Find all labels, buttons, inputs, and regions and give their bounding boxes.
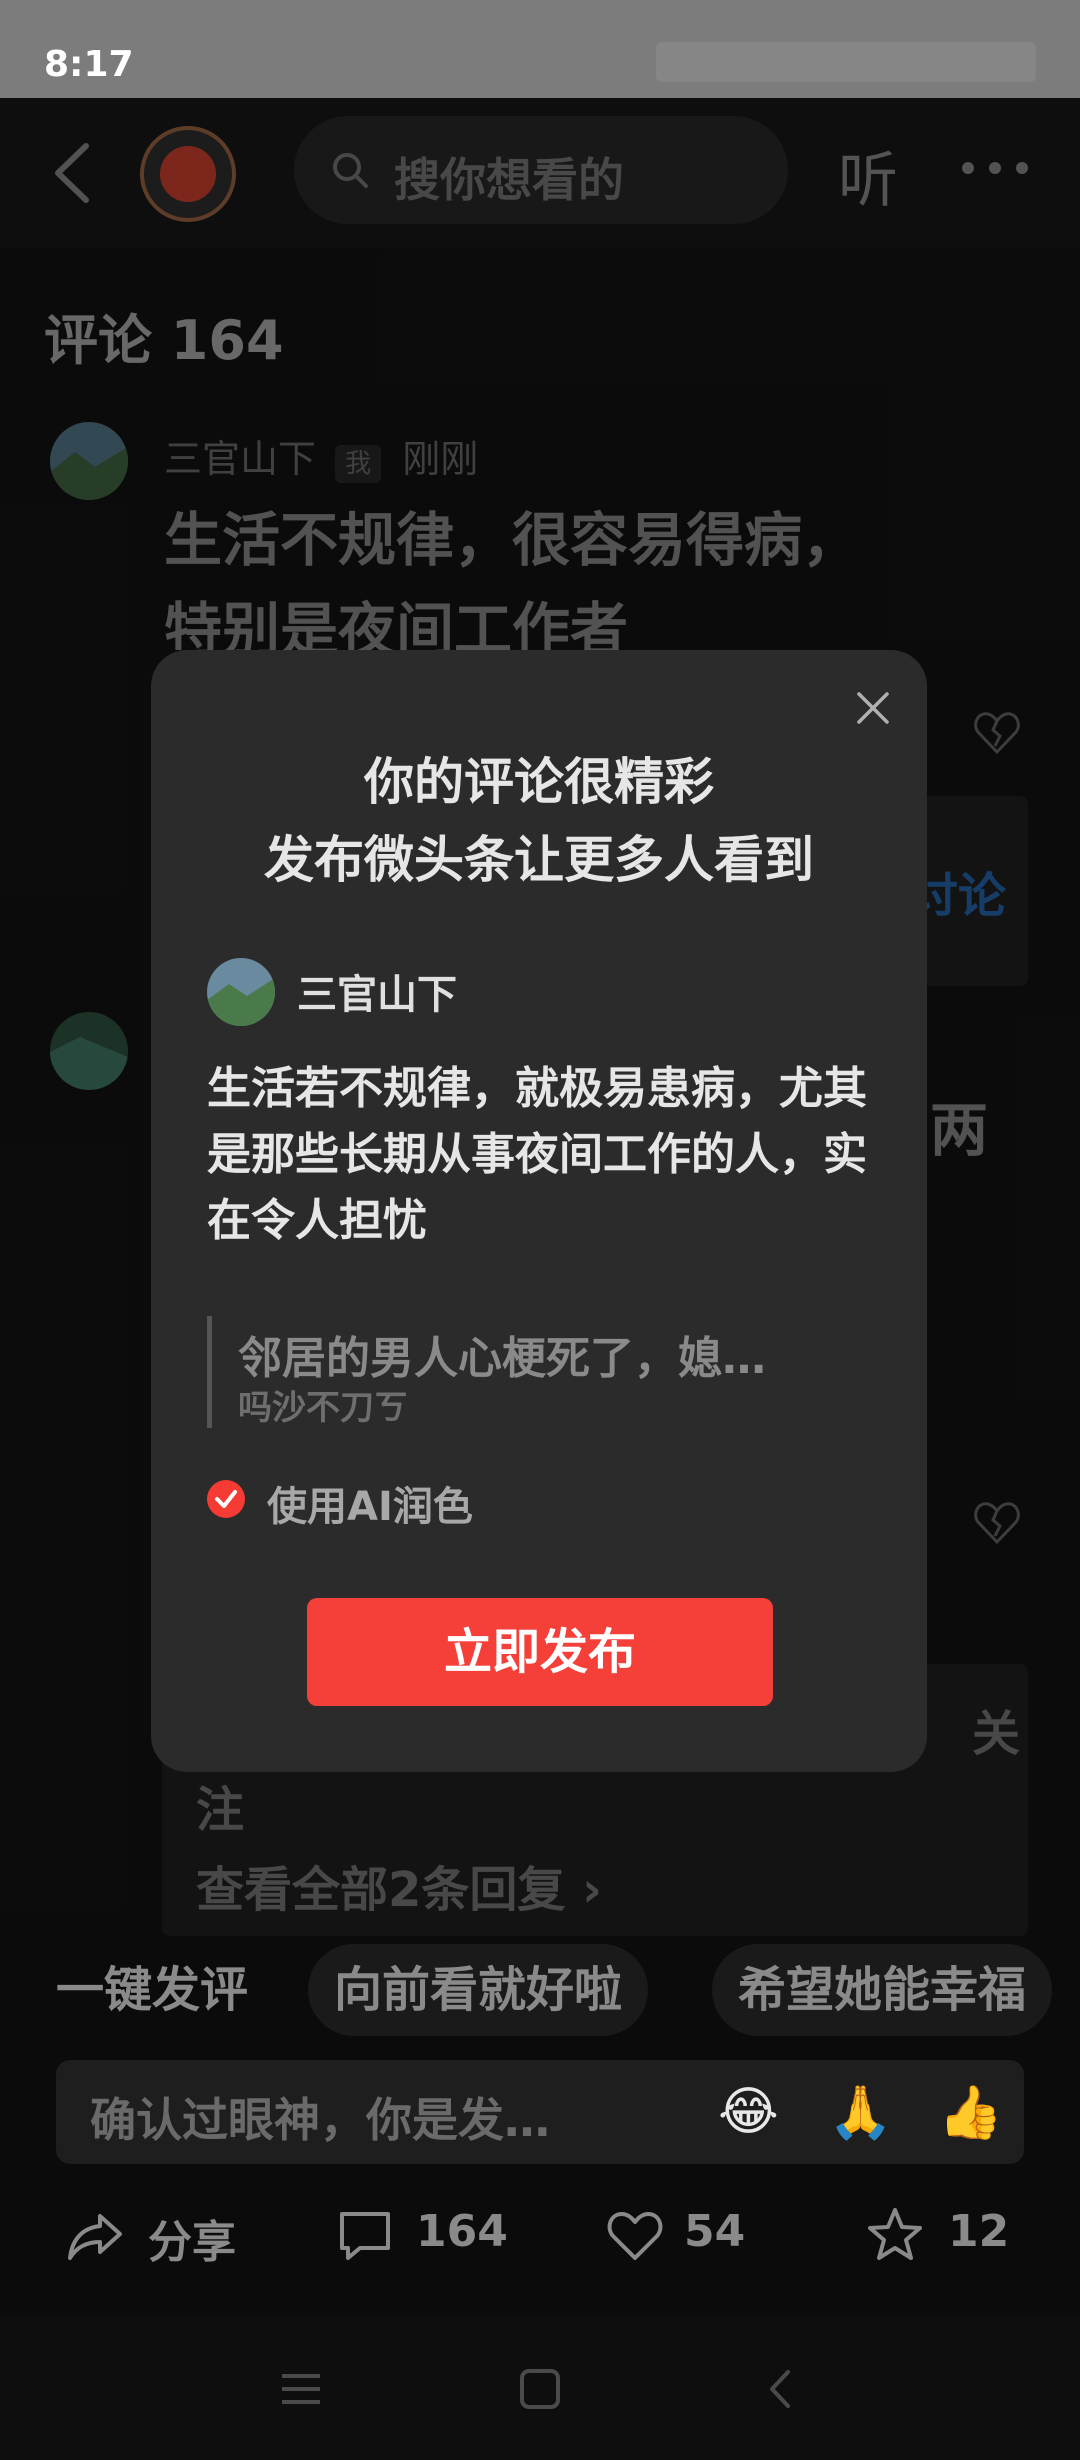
quick-comment-chip-3[interactable]: 希望她能幸福	[712, 1944, 1053, 2036]
star-icon	[868, 2208, 922, 2260]
recent-apps-icon[interactable]	[276, 2364, 326, 2414]
publish-modal: 你的评论很精彩 发布微头条让更多人看到 三官山下 生活若不规律，就极易患病，尤其…	[151, 650, 927, 1772]
quoted-article-subtitle: 吗沙不刀ㄎ	[238, 1388, 408, 1428]
laughing-emoji-icon[interactable]: 😂	[718, 2082, 779, 2142]
polished-comment-text: 生活若不规律，就极易患病，尤其是那些长期从事夜间工作的人，实在令人担忧	[207, 1063, 867, 1246]
comment-count: 164	[416, 2206, 508, 2257]
like-button[interactable]: 54	[604, 2196, 804, 2276]
thumbs-up-emoji-icon[interactable]: 👍	[938, 2082, 1003, 2143]
close-icon[interactable]	[855, 690, 891, 726]
modal-title-line1: 你的评论很精彩	[364, 753, 714, 811]
nav-back-icon[interactable]	[756, 2364, 806, 2414]
modal-username: 三官山下	[297, 972, 457, 1018]
comment-input[interactable]: 确认过眼神，你是发… 😂 🙏 👍	[56, 2060, 1024, 2164]
quoted-article: 邻居的男人心梗死了，媳… 吗沙不刀ㄎ	[207, 1316, 892, 1428]
comment-input-placeholder: 确认过眼神，你是发…	[90, 2093, 550, 2147]
share-icon	[68, 2214, 122, 2260]
quoted-article-title: 邻居的男人心梗死了，媳…	[238, 1333, 766, 1384]
pray-emoji-icon[interactable]: 🙏	[828, 2082, 893, 2143]
share-button[interactable]: 分享	[64, 2196, 264, 2276]
system-nav-bar	[0, 2316, 1080, 2460]
modal-user-avatar	[207, 958, 275, 1026]
status-bar: 8:17	[0, 0, 1080, 98]
checkmark-icon	[215, 1490, 237, 1508]
like-count: 54	[684, 2206, 746, 2257]
publish-now-button[interactable]: 立即发布	[307, 1598, 773, 1706]
quick-comment-chip-1[interactable]: 一键发评	[30, 1944, 274, 2036]
modal-title-line2: 发布微头条让更多人看到	[264, 831, 814, 889]
favorite-button[interactable]: 12	[864, 2196, 1044, 2276]
status-icons	[656, 42, 1036, 82]
share-label: 分享	[148, 2217, 236, 2268]
ai-polish-label[interactable]: 使用AI润色	[267, 1474, 473, 1532]
favorite-count: 12	[948, 2206, 1010, 2257]
comment-icon	[340, 2212, 390, 2260]
comments-button[interactable]: 164	[334, 2196, 534, 2276]
heart-icon	[607, 2212, 663, 2260]
quick-comment-chip-2[interactable]: 向前看就好啦	[308, 1944, 649, 2036]
ai-polish-checkbox[interactable]	[207, 1480, 245, 1518]
home-icon[interactable]	[515, 2364, 565, 2414]
status-time: 8:17	[44, 44, 134, 85]
